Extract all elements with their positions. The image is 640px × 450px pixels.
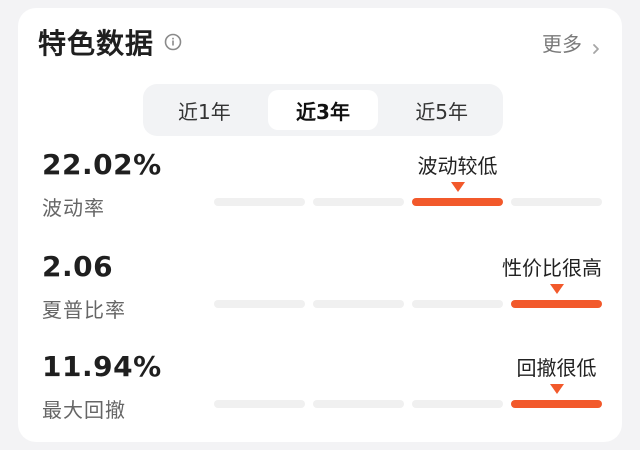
sharpe-marker-icon bbox=[549, 284, 564, 294]
drawdown-marker-icon bbox=[549, 384, 564, 394]
sharpe-level-text: 性价比很高 bbox=[502, 256, 602, 280]
metric-sharpe: 2.06 夏普比率 性价比很高 bbox=[42, 250, 602, 340]
gauge-segment bbox=[511, 300, 602, 308]
gauge-segment bbox=[214, 198, 305, 206]
gauge-segment bbox=[313, 300, 404, 308]
gauge-segment bbox=[313, 400, 404, 408]
gauge-segment bbox=[412, 400, 503, 408]
volatility-marker-icon bbox=[450, 182, 465, 192]
title-wrap: 特色数据 bbox=[38, 22, 182, 62]
more-button[interactable]: 更多 bbox=[542, 28, 602, 57]
metric-value: 2.06 bbox=[42, 250, 114, 283]
gauge-segment bbox=[214, 400, 305, 408]
volatility-gauge: 波动较低 bbox=[214, 150, 602, 210]
gauge-segment bbox=[511, 400, 602, 408]
metric-max-drawdown: 11.94% 最大回撤 回撤很低 bbox=[42, 350, 602, 440]
card-title: 特色数据 bbox=[38, 27, 155, 60]
volatility-level-text: 波动较低 bbox=[417, 154, 498, 178]
more-label: 更多 bbox=[542, 31, 582, 56]
info-icon[interactable] bbox=[164, 33, 182, 51]
tab-3y[interactable]: 近3年 bbox=[267, 90, 379, 130]
drawdown-gauge: 回撤很低 bbox=[214, 352, 602, 412]
metric-volatility: 22.02% 波动率 波动较低 bbox=[42, 148, 602, 238]
metric-value: 22.02% bbox=[42, 148, 162, 181]
period-tabs: 近1年 近3年 近5年 bbox=[143, 84, 503, 136]
gauge-segment bbox=[313, 198, 404, 206]
gauge-segment bbox=[511, 198, 602, 206]
metric-label: 波动率 bbox=[42, 196, 105, 220]
metric-value: 11.94% bbox=[42, 350, 162, 383]
chevron-right-icon bbox=[590, 36, 602, 54]
tab-5y[interactable]: 近5年 bbox=[386, 90, 497, 130]
feature-data-card: 特色数据 更多 近1年 近3年 近5年 22.02% 波动率 波动较低 2.06… bbox=[18, 8, 622, 442]
tab-1y[interactable]: 近1年 bbox=[149, 90, 260, 130]
sharpe-gauge: 性价比很高 bbox=[214, 252, 602, 312]
drawdown-level-text: 回撤很低 bbox=[516, 356, 597, 380]
gauge-segment bbox=[412, 198, 503, 206]
gauge-segment bbox=[214, 300, 305, 308]
gauge-segment bbox=[412, 300, 503, 308]
metric-label: 最大回撤 bbox=[42, 398, 126, 422]
metric-label: 夏普比率 bbox=[42, 298, 126, 322]
card-header: 特色数据 更多 bbox=[38, 24, 602, 60]
